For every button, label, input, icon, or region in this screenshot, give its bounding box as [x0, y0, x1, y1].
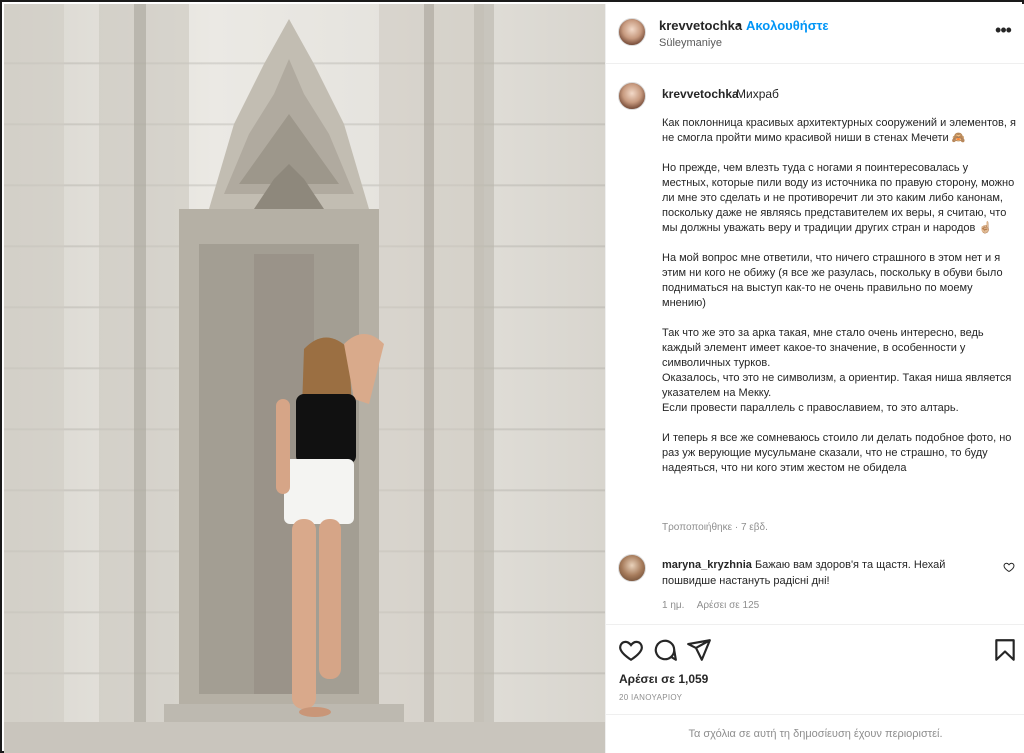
- mihrab-photo-illustration: [4, 4, 605, 753]
- bookmark-icon[interactable]: [992, 637, 1018, 663]
- comments-restricted-notice: Τα σχόλια σε αυτή τη δημοσίευση έχουν πε…: [606, 714, 1024, 753]
- commenter-avatar[interactable]: [618, 554, 646, 582]
- author-username[interactable]: krevvetochka: [659, 18, 742, 33]
- caption-title: Михраб: [736, 87, 779, 101]
- post-window: krevvetochka • Ακολουθήστε Süleymaniye •…: [0, 0, 1024, 753]
- caption-username[interactable]: krevvetochka: [662, 87, 739, 101]
- likes-count[interactable]: Αρέσει σε 1,059: [619, 672, 708, 686]
- post-photo[interactable]: [4, 4, 605, 753]
- comment-time[interactable]: 1 ημ.: [662, 600, 684, 611]
- action-bar: Αρέσει σε 1,059 20 ΙΑΝΟΥΑΡΙΟΥ: [606, 624, 1024, 714]
- caption-avatar[interactable]: [618, 82, 646, 110]
- comment-icon[interactable]: [652, 637, 678, 663]
- location-link[interactable]: Süleymaniye: [659, 37, 722, 49]
- comment-body: maryna_kryzhnia Бажаю вам здоров'я та ща…: [662, 557, 992, 589]
- comment-meta: 1 ημ. Αρέσει σε 125: [662, 600, 769, 611]
- comment-likes[interactable]: Αρέσει σε 125: [697, 600, 760, 611]
- more-options-icon[interactable]: •••: [992, 21, 1014, 43]
- separator-dot: •: [737, 17, 742, 32]
- heart-icon[interactable]: [618, 637, 644, 663]
- follow-button[interactable]: Ακολουθήστε: [746, 18, 829, 33]
- share-icon[interactable]: [686, 637, 712, 663]
- caption-text: Как поклонница красивых архитектурных со…: [662, 117, 1016, 474]
- post-side-panel: krevvetochka • Ακολουθήστε Süleymaniye •…: [605, 4, 1024, 753]
- post-header: krevvetochka • Ακολουθήστε Süleymaniye •…: [606, 4, 1024, 64]
- post-date[interactable]: 20 ΙΑΝΟΥΑΡΙΟΥ: [619, 693, 682, 702]
- comments-section: krevvetochka Михраб Как поклонница краси…: [606, 65, 1024, 623]
- comment-heart-icon[interactable]: [1003, 561, 1015, 573]
- commenter-username[interactable]: maryna_kryzhnia: [662, 559, 752, 571]
- author-avatar[interactable]: [618, 18, 646, 46]
- caption-meta: Τροποποιήθηκε · 7 εβδ.: [662, 522, 768, 533]
